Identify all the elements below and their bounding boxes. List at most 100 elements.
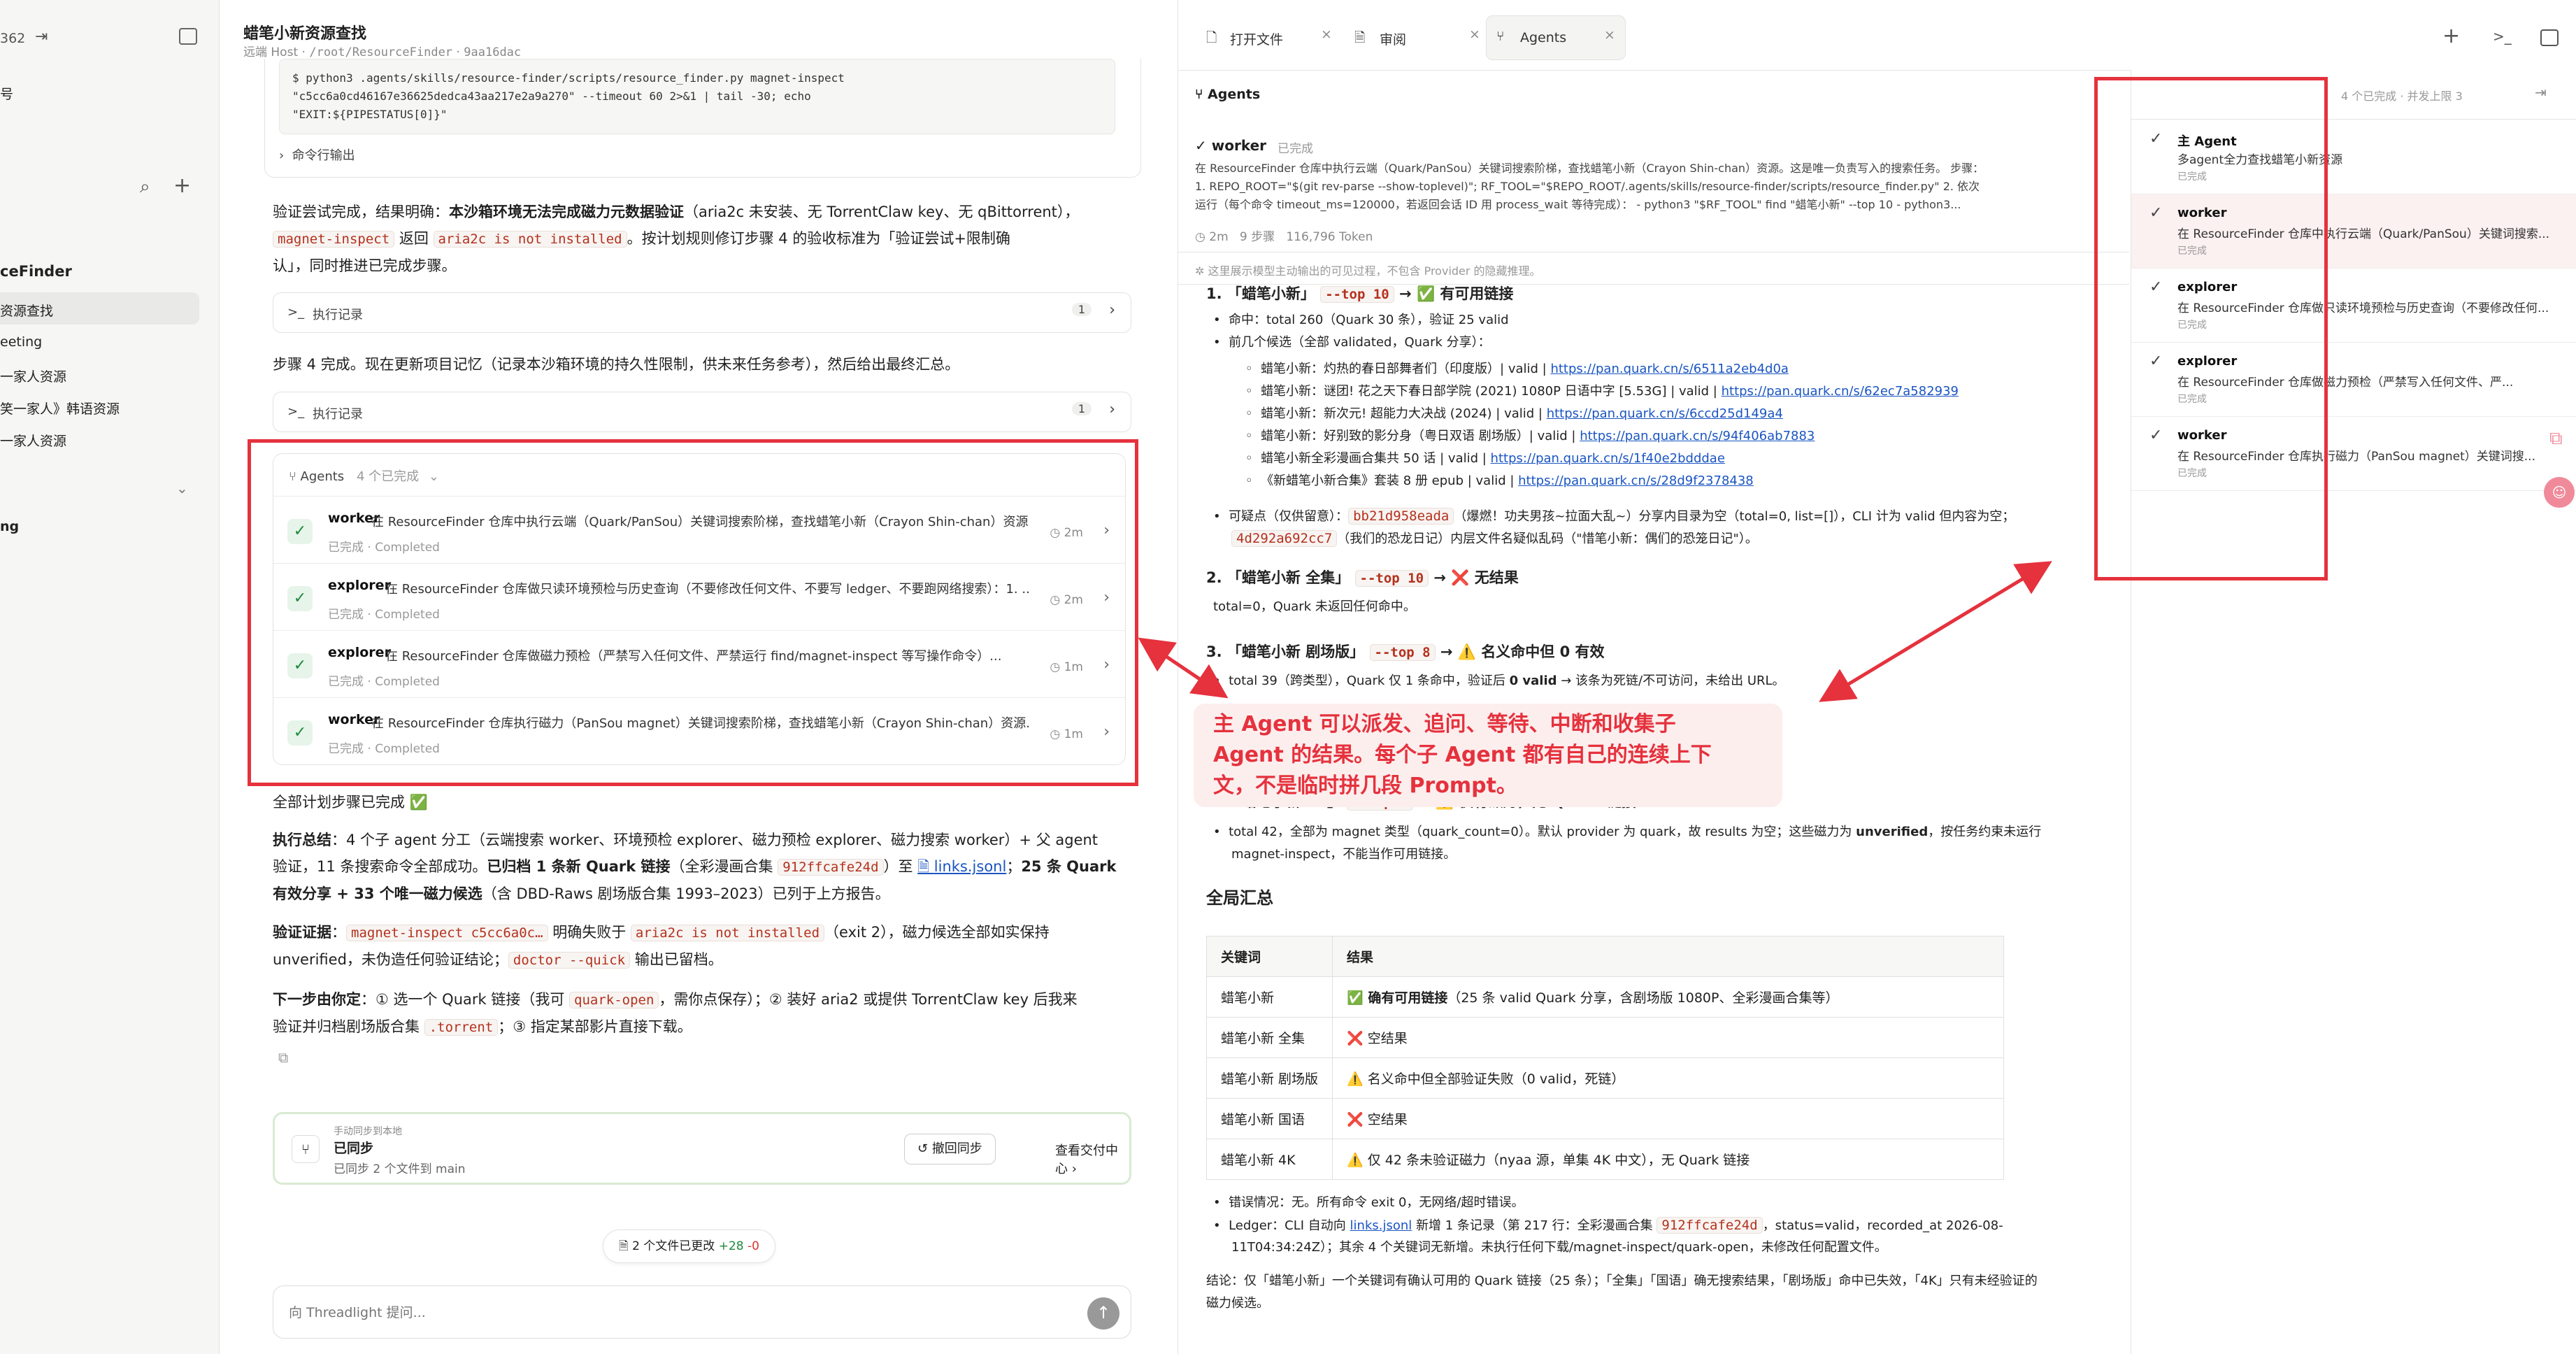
prompt-line: 在 ResourceFinder 仓库中执行云端（Quark/PanSou）关键… xyxy=(1195,162,1984,175)
sidebar-version: 362 xyxy=(0,31,26,46)
chevron-down-icon[interactable]: ⌄ xyxy=(176,480,188,497)
right-panel: 🗋 打开文件 × 🗎 审阅 × ⑂ Agents × + >_ ⑂ Agents… xyxy=(1178,0,2576,1354)
message-paragraph: 验证尝试完成，结果明确：本沙箱环境无法完成磁力元数据验证（aria2c 未安装、… xyxy=(273,199,1140,279)
text: 输出已留档。 xyxy=(630,951,723,968)
annotation-text: 主 Agent 可以派发、追问、等待、中断和收集子 xyxy=(1213,712,1676,736)
new-tab-icon[interactable]: + xyxy=(2442,24,2460,48)
table-header: 结果 xyxy=(1332,936,2005,977)
file-icon: 🗎 xyxy=(619,1239,633,1253)
sidebar-item-4[interactable]: 一家人资源 xyxy=(0,431,66,450)
visibility-notice: ✲ 这里展示模型主动输出的可见过程，不包含 Provider 的隐藏推理。 xyxy=(1195,264,1541,278)
copy-icon[interactable]: ⧉ xyxy=(278,1049,288,1066)
table-row: 蜡笔小新 国语 ❌ 空结果 xyxy=(1206,1098,2005,1139)
worker-prompt: 在 ResourceFinder 仓库中执行云端（Quark/PanSou）关键… xyxy=(1195,159,2083,214)
close-icon[interactable]: × xyxy=(1321,27,1332,42)
sidebar-item-1[interactable]: eeting xyxy=(0,334,42,350)
chat-input[interactable] xyxy=(289,1300,1058,1325)
agents-detail-title: ⑂ Agents xyxy=(1195,87,1261,102)
agents-pane-header: 4 个已完成 · 并发上限 3 xyxy=(2341,90,2463,103)
table-row: 蜡笔小新 全集 ❌ 空结果 xyxy=(1206,1017,2005,1058)
bullet-cont: magnet-inspect，不能当作可用链接。 xyxy=(1231,847,1457,862)
quark-link[interactable]: https://pan.quark.cn/s/94f406ab7883 xyxy=(1580,429,1815,443)
annotation-box-agents-card xyxy=(248,439,1138,786)
sidebar-toggle-icon[interactable] xyxy=(179,28,197,45)
panel-toggle-icon[interactable] xyxy=(2540,29,2559,46)
link-item: ◦ 《新蜡笔小新合集》套装 8 册 epub | valid | https:/… xyxy=(1245,473,1754,488)
logout-icon[interactable]: ⇥ xyxy=(35,28,48,45)
exec-record-row[interactable]: >_ 执行记录 1 › xyxy=(273,292,1131,333)
bullet-cont: 11T04:34:24Z）；其余 4 个关键词无新增。未执行任何下载/magne… xyxy=(1231,1240,1887,1255)
avatar[interactable]: ☺ xyxy=(2544,477,2575,508)
repo-path: /root/ResourceFinder xyxy=(309,45,453,59)
sidebar-item-2[interactable]: 一家人资源 xyxy=(0,366,66,385)
sidebar-item-0[interactable]: 资源查找 xyxy=(0,301,53,320)
quark-link[interactable]: https://pan.quark.cn/s/62ec7a582939 xyxy=(1722,384,1959,399)
text: ；③ 指定某部影片直接下载。 xyxy=(498,1018,692,1035)
link-item: ◦ 蜡笔小新：灼热的春日部舞者们（印度版）| valid | https://p… xyxy=(1245,362,1789,376)
breadcrumb: 远端 Host · /root/ResourceFinder · 9aa16da… xyxy=(243,45,522,59)
bullet: • total 42，全部为 magnet 类型（quark_count=0）。… xyxy=(1213,825,2042,839)
terminal-icon: >_ xyxy=(287,305,305,320)
command-card: $ python3 .agents/skills/resource-finder… xyxy=(264,59,1141,178)
text: unverified，未伪造任何验证结论； xyxy=(273,951,508,968)
tab-label: Agents xyxy=(1520,30,1567,45)
text: ：① 选一个 Quark 链接（我可 xyxy=(361,991,570,1008)
add-icon[interactable]: + xyxy=(173,173,191,198)
file-icon: 🗋 xyxy=(1206,30,1217,45)
text-bold: 已归档 1 条新 Quark 链接 xyxy=(487,858,671,875)
table-cell: ⚠️ 名义命中但全部验证失败（0 valid，死链） xyxy=(1332,1057,2005,1099)
send-button[interactable]: ↑ xyxy=(1087,1297,1119,1330)
bullet: • 命中：total 260（Quark 30 条），验证 25 valid xyxy=(1213,313,1509,327)
collapse-panel-icon[interactable]: ⇥ xyxy=(2535,84,2547,101)
annotation-text: 文，不是临时拼几段 Prompt。 xyxy=(1213,774,1517,798)
tab-open-files[interactable]: 🗋 打开文件 × xyxy=(1198,15,1338,60)
table-cell: 蜡笔小新 xyxy=(1206,976,1333,1018)
terminal-icon: >_ xyxy=(287,404,305,419)
tab-agents[interactable]: ⑂ Agents × xyxy=(1486,15,1626,60)
quark-link[interactable]: https://pan.quark.cn/s/6ccd25d149a4 xyxy=(1547,406,1783,421)
view-delivery-link[interactable]: 查看交付中心 › xyxy=(1055,1141,1129,1177)
undo-sync-button[interactable]: ↺ 撤回同步 xyxy=(904,1134,996,1164)
close-icon[interactable]: × xyxy=(1604,27,1615,43)
quark-link[interactable]: https://pan.quark.cn/s/1f40e2bdddae xyxy=(1491,451,1725,466)
sidebar-fragment-ng: ng xyxy=(0,519,20,534)
table-cell: ⚠️ 仅 42 条未验证磁力（nyaa 源，单集 4K 中文），无 Quark … xyxy=(1332,1139,2005,1180)
text-bold: 25 条 Quark xyxy=(1021,858,1117,875)
branch-icon: ⑂ xyxy=(292,1135,320,1163)
exec-count-badge: 1 xyxy=(1071,303,1092,316)
chevron-right-icon: › xyxy=(1109,401,1115,418)
table-row: 蜡笔小新 4K ⚠️ 仅 42 条未验证磁力（nyaa 源，单集 4K 中文），… xyxy=(1206,1139,2005,1180)
lines-added: +28 xyxy=(718,1239,744,1253)
command-output-label: 命令行输出 xyxy=(292,148,355,163)
tab-review[interactable]: 🗎 审阅 × xyxy=(1346,15,1486,60)
prompt-line: 运行（每个命令 timeout_ms=120000，若返回会话 ID 用 pro… xyxy=(1195,198,1961,211)
sidebar-item-3[interactable]: 笑一家人》韩语资源 xyxy=(0,399,120,418)
message-paragraph: 步骤 4 完成。现在更新项目记忆（记录本沙箱环境的持久性限制，供未来任务参考），… xyxy=(273,356,960,373)
search-icon[interactable]: ⌕ xyxy=(140,176,150,198)
worker-name: ✓ worker xyxy=(1195,137,1267,154)
worker-status: 已完成 xyxy=(1278,142,1313,156)
conclusion-line: 磁力候选。 xyxy=(1206,1296,1269,1311)
text: （aria2c 未安装、无 TorrentClaw key、无 qBittorr… xyxy=(684,204,1080,220)
exec-record-row[interactable]: >_ 执行记录 1 › xyxy=(273,392,1131,432)
exec-record-label: 执行记录 xyxy=(313,308,363,322)
files-changed-pill[interactable]: 🗎 2 个文件已更改 +28 -0 xyxy=(603,1230,775,1263)
close-icon[interactable]: × xyxy=(1469,27,1480,42)
chat-input-box[interactable]: ↑ xyxy=(273,1285,1131,1339)
text: 验证，11 条搜索命令全部成功。 xyxy=(273,858,487,875)
code-chip: quark-open xyxy=(569,992,659,1009)
terminal-icon[interactable]: >_ xyxy=(2493,28,2512,45)
suspicious-note: • 可疑点（仅供留意）： bb21d958eada （爆燃！功夫男孩~拉面大乱~）分… xyxy=(1213,508,2015,525)
chat-panel: 蜡笔小新资源查找 远端 Host · /root/ResourceFinder … xyxy=(220,0,1178,1354)
text: ； xyxy=(1006,858,1022,875)
file-link[interactable]: links.jsonl xyxy=(1350,1218,1412,1233)
floating-tool-icon[interactable]: ⧉ xyxy=(2549,428,2563,450)
link-item: ◦ 蜡笔小新：好别致的影分身（粤日双语 剧场版）| valid | https:… xyxy=(1245,429,1815,443)
command-output-toggle[interactable]: › 命令行输出 xyxy=(279,145,355,164)
quark-link[interactable]: https://pan.quark.cn/s/6511a2eb4d0a xyxy=(1550,362,1788,376)
file-link[interactable]: 🗎 links.jsonl xyxy=(917,858,1006,875)
sidebar-project-name[interactable]: ceFinder xyxy=(0,263,72,280)
sidebar: 362 ⇥ 号 ⌕ + ceFinder 资源查找 eeting 一家人资源 笑… xyxy=(0,0,220,1354)
quark-link[interactable]: https://pan.quark.cn/s/28d9f2378438 xyxy=(1518,473,1754,488)
table-cell: 蜡笔小新 剧场版 xyxy=(1206,1057,1333,1099)
